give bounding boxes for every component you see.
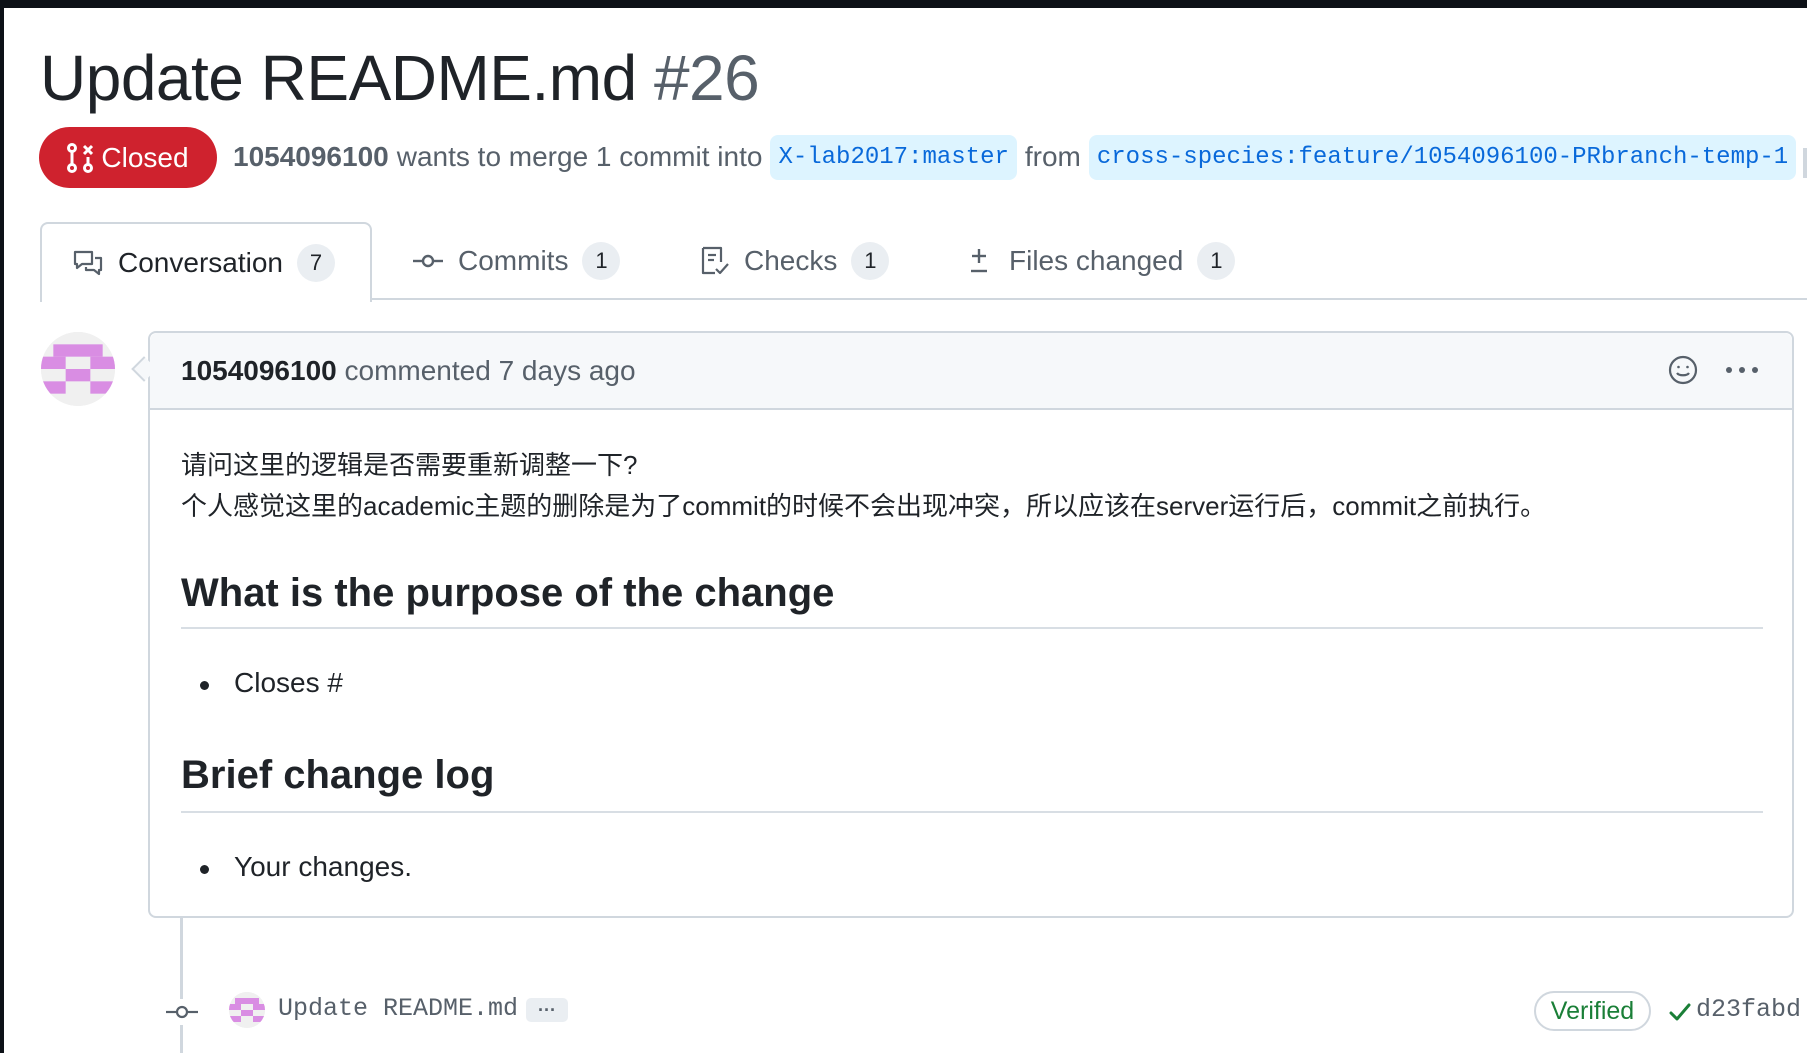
window-top-edge <box>0 0 1807 8</box>
timeline-line <box>180 918 183 1053</box>
tab-conversation[interactable]: Conversation 7 <box>40 222 372 302</box>
tab-counter: 1 <box>582 242 621 280</box>
heading-divider <box>181 627 1763 629</box>
comment-body-line: 个人感觉这里的academic主题的删除是为了commit的时候不会出现冲突，所… <box>181 491 1547 521</box>
comment-discussion-icon <box>72 247 104 279</box>
bullet-dot <box>200 681 209 690</box>
kebab-horizontal-icon <box>1724 365 1760 375</box>
from-text: from <box>1024 141 1081 172</box>
comment-box: 1054096100 commented 7 days ago 请问这里的逻辑是… <box>148 331 1794 918</box>
git-commit-icon <box>412 245 444 277</box>
git-pull-request-closed-icon <box>67 142 94 173</box>
heading-divider <box>181 811 1763 813</box>
pr-author-link[interactable]: 1054096100 <box>233 141 389 173</box>
status-badge: Closed <box>39 127 217 188</box>
pr-title: Update README.md #26 <box>40 38 760 118</box>
window-left-edge <box>0 0 4 1053</box>
check-icon <box>1668 1000 1692 1024</box>
merge-description: 1054096100 wants to merge 1 commit into … <box>233 132 1804 182</box>
comment-header: 1054096100 commented 7 days ago <box>150 333 1792 410</box>
verified-badge[interactable]: Verified <box>1534 991 1651 1031</box>
add-reaction-button[interactable] <box>1664 351 1702 389</box>
pr-number: #26 <box>653 42 760 114</box>
list-item: Your changes. <box>234 851 412 882</box>
status-label: Closed <box>101 141 189 173</box>
pr-title-text: Update README.md <box>40 42 637 114</box>
tab-label: Conversation <box>118 247 283 278</box>
commit-author-avatar[interactable] <box>229 992 265 1028</box>
section-heading: Brief change log <box>181 753 495 797</box>
bullet-dot <box>200 865 209 874</box>
head-branch[interactable]: cross-species:feature/1054096100-PRbranc… <box>1088 134 1797 180</box>
comment-meta: 1054096100 commented 7 days ago <box>181 355 636 387</box>
tab-counter: 1 <box>851 242 890 280</box>
expand-commit-button[interactable]: ··· <box>526 998 568 1022</box>
pr-tabs: Conversation 7 Commits 1 Checks 1 Files … <box>0 222 1807 302</box>
smiley-icon <box>1667 354 1699 386</box>
git-commit-icon <box>164 999 200 1025</box>
tab-label: Checks <box>744 245 838 276</box>
tab-counter: 1 <box>1197 242 1236 280</box>
section-heading: What is the purpose of the change <box>181 571 835 615</box>
merge-text: wants to merge 1 commit into <box>396 141 763 172</box>
tab-label: Files changed <box>1009 245 1184 276</box>
avatar[interactable] <box>41 332 115 406</box>
tab-counter: 7 <box>296 244 335 282</box>
comment-body-line: 请问这里的逻辑是否需要重新调整一下? <box>181 450 638 480</box>
comment-options-button[interactable] <box>1722 351 1762 389</box>
tab-label: Commits <box>458 245 569 276</box>
commit-sha-link[interactable]: d23fabd <box>1696 995 1801 1024</box>
comment-author[interactable]: 1054096100 <box>181 355 337 386</box>
file-diff-icon <box>963 245 995 277</box>
truncated-copy-button[interactable] <box>1803 148 1807 178</box>
commit-message-link[interactable]: Update README.md <box>278 994 518 1023</box>
tab-checks[interactable]: Checks 1 <box>698 222 890 300</box>
list-item: Closes # <box>234 667 343 698</box>
tab-files-changed[interactable]: Files changed 1 <box>963 222 1236 300</box>
comment-timestamp[interactable]: commented 7 days ago <box>345 355 636 386</box>
tab-commits[interactable]: Commits 1 <box>412 222 621 300</box>
base-branch[interactable]: X-lab2017:master <box>770 134 1017 180</box>
checklist-icon <box>698 245 730 277</box>
